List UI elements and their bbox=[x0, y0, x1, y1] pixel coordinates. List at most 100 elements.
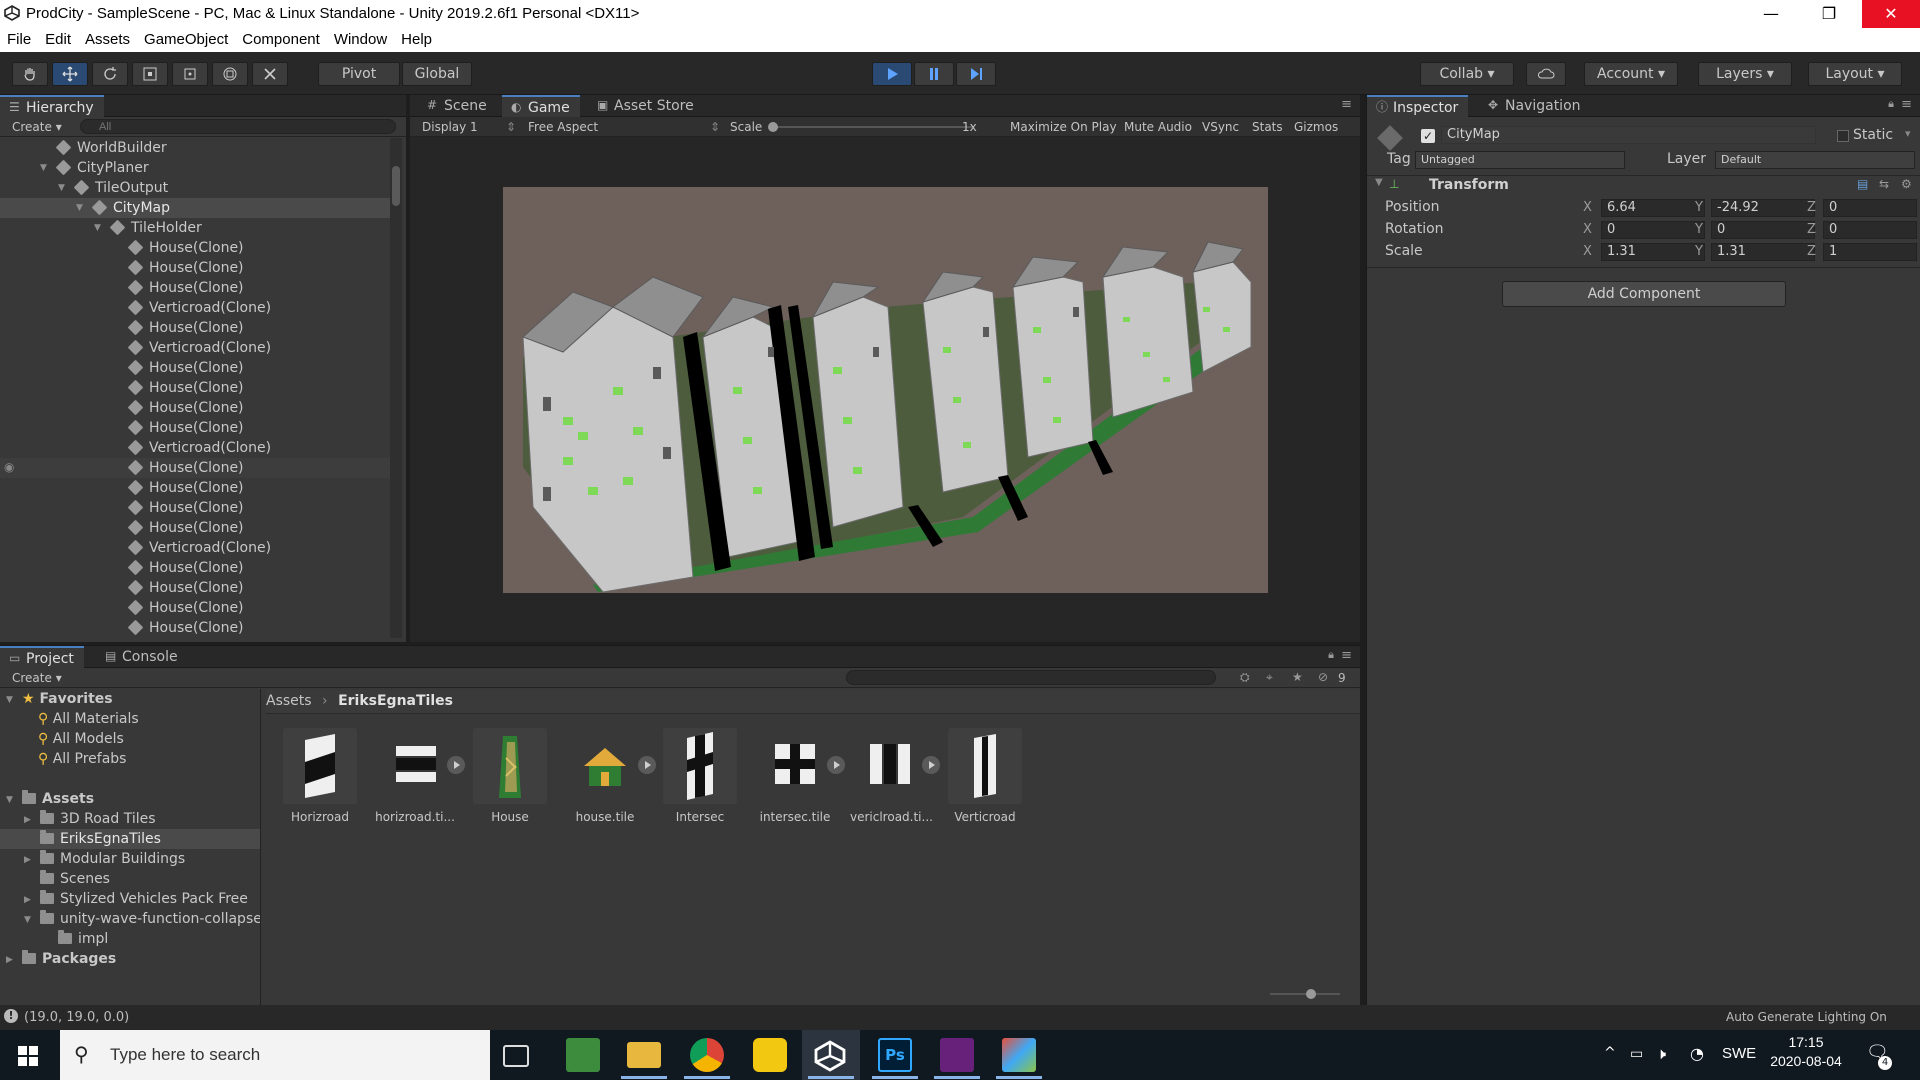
rotation-z-field[interactable]: 0 bbox=[1823, 221, 1917, 239]
panel-menu-icon[interactable]: ≡ bbox=[1341, 97, 1352, 112]
close-button[interactable]: ✕ bbox=[1862, 0, 1920, 28]
expand-arrow-icon[interactable]: ▼ bbox=[6, 695, 13, 705]
tree-item-clone[interactable]: Verticroad(Clone) bbox=[127, 438, 271, 458]
favorite-all-models[interactable]: ⚲ All Models bbox=[38, 729, 124, 749]
panel-menu-icon[interactable]: ≡ bbox=[1901, 97, 1912, 112]
tab-scene[interactable]: # Scene bbox=[418, 95, 497, 117]
tree-item-clone[interactable]: House(Clone) bbox=[127, 278, 244, 298]
menu-assets[interactable]: Assets bbox=[78, 28, 137, 48]
asset-house[interactable]: House bbox=[470, 728, 550, 824]
scale-slider[interactable] bbox=[768, 122, 972, 132]
tree-item-cityplaner[interactable]: CityPlaner bbox=[55, 158, 149, 178]
wifi-icon[interactable]: ◔ bbox=[1690, 1044, 1704, 1063]
menu-file[interactable]: File bbox=[0, 28, 38, 48]
tree-item-clone[interactable]: House(Clone) bbox=[127, 558, 244, 578]
minimize-button[interactable]: — bbox=[1742, 0, 1800, 28]
folder-scenes[interactable]: Scenes bbox=[40, 869, 110, 889]
rect-tool-button[interactable] bbox=[172, 62, 208, 86]
object-name-field[interactable]: CityMap bbox=[1441, 126, 1816, 144]
account-dropdown[interactable]: Account ▾ bbox=[1584, 62, 1678, 86]
expand-arrow-icon[interactable]: ▶ bbox=[24, 855, 31, 865]
game-render-view[interactable] bbox=[503, 187, 1268, 593]
tree-item-clone[interactable]: House(Clone) bbox=[127, 258, 244, 278]
cloud-button[interactable] bbox=[1526, 62, 1566, 86]
git-client-icon[interactable] bbox=[1002, 1038, 1036, 1072]
breadcrumb-eriksegnatiles[interactable]: EriksEgnaTiles bbox=[338, 693, 453, 709]
language-indicator[interactable]: SWE bbox=[1722, 1045, 1756, 1062]
project-create-button[interactable]: Create ▾ bbox=[12, 671, 62, 685]
settings-gear-icon[interactable]: ⚙ bbox=[1901, 177, 1912, 191]
tab-navigation[interactable]: ✥ Navigation bbox=[1479, 95, 1591, 117]
photoshop-icon[interactable]: Ps bbox=[878, 1038, 912, 1072]
tree-item-clone[interactable]: House(Clone) bbox=[127, 418, 244, 438]
scale-tool-button[interactable] bbox=[132, 62, 168, 86]
lock-icon[interactable]: 🔒︎ bbox=[1888, 97, 1894, 111]
asset-horizroad[interactable]: Horizroad bbox=[280, 728, 360, 824]
tree-item-tileholder[interactable]: TileHolder bbox=[109, 218, 202, 238]
add-component-button[interactable]: Add Component bbox=[1502, 281, 1786, 307]
tree-item-clone[interactable]: House(Clone) bbox=[127, 378, 244, 398]
thumbnail-size-slider-thumb[interactable] bbox=[1306, 989, 1316, 999]
battery-icon[interactable]: ▭ bbox=[1630, 1046, 1643, 1062]
clock[interactable]: 17:15 2020-08-04 bbox=[1768, 1034, 1844, 1069]
position-z-field[interactable]: 0 bbox=[1823, 199, 1917, 217]
aspect-dropdown[interactable]: Free Aspect bbox=[528, 120, 598, 134]
unity-app-icon[interactable] bbox=[814, 1040, 846, 1072]
menu-gameobject[interactable]: GameObject bbox=[137, 28, 235, 48]
hidden-packages-icon[interactable]: ⊘ bbox=[1318, 670, 1328, 684]
visual-studio-icon[interactable] bbox=[940, 1038, 974, 1072]
tab-inspector[interactable]: ⓘ Inspector bbox=[1367, 95, 1469, 117]
favorite-all-materials[interactable]: ⚲ All Materials bbox=[38, 709, 139, 729]
tree-item-clone[interactable]: House(Clone) bbox=[127, 358, 244, 378]
thumbnail-size-slider[interactable] bbox=[1270, 989, 1340, 999]
expand-asset-icon[interactable] bbox=[922, 756, 940, 774]
tree-item-worldbuilder[interactable]: WorldBuilder bbox=[55, 138, 167, 158]
stats-toggle[interactable]: Stats bbox=[1252, 120, 1283, 134]
expand-arrow-icon[interactable]: ▼ bbox=[76, 203, 83, 213]
mute-audio-toggle[interactable]: Mute Audio bbox=[1124, 120, 1192, 134]
tree-item-clone[interactable]: House(Clone) bbox=[127, 478, 244, 498]
static-dropdown-arrow-icon[interactable]: ▾ bbox=[1905, 127, 1911, 140]
expand-arrow-icon[interactable]: ▼ bbox=[40, 163, 47, 173]
expand-arrow-icon[interactable]: ▼ bbox=[6, 795, 13, 805]
rotate-tool-button[interactable] bbox=[92, 62, 128, 86]
tree-item-citymap[interactable]: CityMap bbox=[91, 198, 170, 218]
pivot-toggle[interactable]: Pivot bbox=[318, 62, 400, 86]
tab-asset-store[interactable]: ▣ Asset Store bbox=[588, 95, 704, 117]
chrome-icon[interactable] bbox=[690, 1038, 724, 1072]
menu-help[interactable]: Help bbox=[394, 28, 439, 48]
expand-arrow-icon[interactable]: ▶ bbox=[24, 815, 31, 825]
folder-stylized-vehicles[interactable]: Stylized Vehicles Pack Free bbox=[40, 889, 248, 909]
asset-intersec[interactable]: Intersec bbox=[660, 728, 740, 824]
rotation-y-field[interactable]: 0 bbox=[1711, 221, 1815, 239]
menu-component[interactable]: Component bbox=[235, 28, 327, 48]
tree-item-clone[interactable]: House(Clone) bbox=[127, 578, 244, 598]
rotation-x-field[interactable]: 0 bbox=[1601, 221, 1705, 239]
transform-tool-button[interactable] bbox=[212, 62, 248, 86]
hand-tool-button[interactable] bbox=[12, 62, 48, 86]
position-x-field[interactable]: 6.64 bbox=[1601, 199, 1705, 217]
scrollbar-thumb[interactable] bbox=[392, 166, 400, 206]
menu-window[interactable]: Window bbox=[327, 28, 394, 48]
asset-verticroad[interactable]: Verticroad bbox=[945, 728, 1025, 824]
tree-item-clone[interactable]: House(Clone) bbox=[127, 598, 244, 618]
tree-item-clone[interactable]: House(Clone) bbox=[127, 458, 244, 478]
spreadsheet-app-icon[interactable] bbox=[566, 1038, 600, 1072]
taskbar-search-box[interactable]: ⚲ Type here to search bbox=[60, 1030, 490, 1080]
active-checkbox[interactable]: ✓ bbox=[1421, 129, 1435, 143]
favorite-star-icon[interactable]: ★ bbox=[1292, 670, 1303, 684]
expand-asset-icon[interactable] bbox=[638, 756, 656, 774]
windows-start-icon[interactable] bbox=[18, 1046, 38, 1066]
visibility-eye-icon[interactable]: ◉ bbox=[4, 460, 14, 474]
hierarchy-scrollbar[interactable] bbox=[390, 138, 402, 638]
vsync-toggle[interactable]: VSync bbox=[1202, 120, 1239, 134]
asset-house-tile[interactable]: house.tile bbox=[565, 728, 645, 824]
expand-arrow-icon[interactable]: ▼ bbox=[24, 915, 31, 925]
panel-menu-icon[interactable]: ≡ bbox=[1341, 648, 1352, 663]
play-button[interactable] bbox=[872, 62, 912, 86]
folder-modular-buildings[interactable]: Modular Buildings bbox=[40, 849, 185, 869]
expand-asset-icon[interactable] bbox=[447, 756, 465, 774]
tab-console[interactable]: ▤ Console bbox=[96, 646, 188, 668]
auto-lighting-status[interactable]: Auto Generate Lighting On bbox=[1726, 1010, 1887, 1024]
file-explorer-icon[interactable] bbox=[627, 1042, 661, 1068]
